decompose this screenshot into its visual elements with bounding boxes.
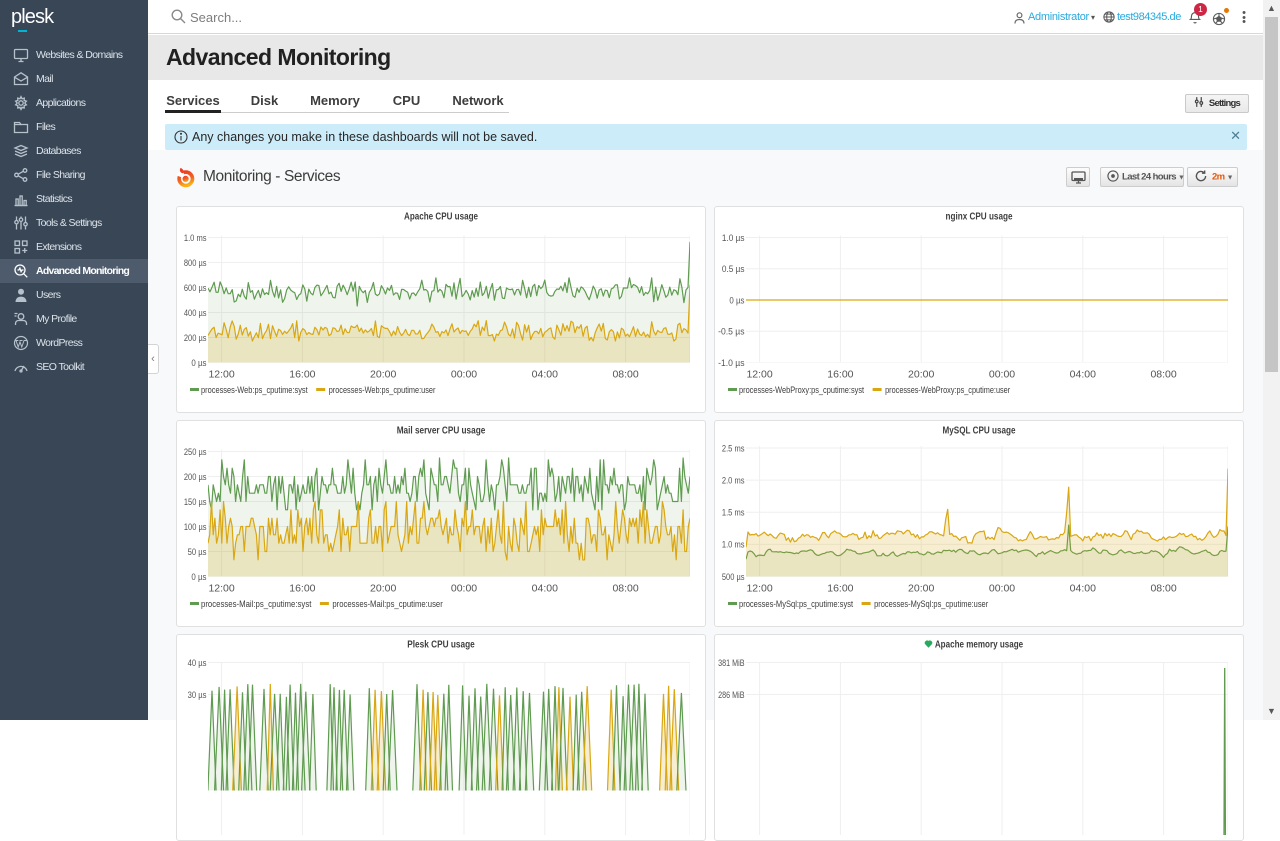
svg-text:20:00: 20:00 [370, 369, 396, 381]
svg-text:286 MiB: 286 MiB [718, 690, 744, 701]
svg-text:16:00: 16:00 [289, 369, 315, 381]
svg-text:381 MiB: 381 MiB [718, 658, 744, 669]
svg-text:processes-MySql:ps_cputime:sys: processes-MySql:ps_cputime:syst [739, 599, 853, 610]
svg-text:Mail server CPU usage: Mail server CPU usage [397, 425, 486, 436]
svg-text:Plesk CPU usage: Plesk CPU usage [407, 639, 475, 650]
svg-text:0 µs: 0 µs [191, 572, 206, 583]
svg-text:00:00: 00:00 [451, 583, 477, 595]
svg-text:40 µs: 40 µs [188, 658, 207, 669]
svg-text:200 µs: 200 µs [184, 333, 207, 344]
svg-text:20:00: 20:00 [908, 583, 934, 595]
svg-text:0 µs: 0 µs [191, 358, 206, 369]
svg-text:600 µs: 600 µs [184, 283, 207, 294]
svg-text:00:00: 00:00 [989, 583, 1015, 595]
svg-text:800 µs: 800 µs [184, 258, 207, 269]
svg-text:processes-Mail:ps_cputime:syst: processes-Mail:ps_cputime:syst [201, 599, 312, 610]
svg-text:16:00: 16:00 [289, 583, 315, 595]
svg-text:2.0 ms: 2.0 ms [722, 475, 745, 486]
svg-text:Apache memory usage: Apache memory usage [935, 639, 1024, 650]
svg-text:1.0 µs: 1.0 µs [722, 233, 745, 244]
svg-text:processes-Web:ps_cputime:syst: processes-Web:ps_cputime:syst [201, 385, 308, 396]
svg-text:Apache CPU usage: Apache CPU usage [404, 211, 478, 222]
svg-text:1.0 ms: 1.0 ms [184, 233, 207, 244]
svg-text:16:00: 16:00 [827, 369, 853, 381]
svg-text:20:00: 20:00 [908, 369, 934, 381]
svg-text:1.0 ms: 1.0 ms [722, 540, 745, 551]
svg-text:04:00: 04:00 [532, 369, 558, 381]
svg-text:nginx CPU usage: nginx CPU usage [946, 211, 1013, 222]
svg-text:08:00: 08:00 [1150, 369, 1176, 381]
svg-text:12:00: 12:00 [208, 369, 234, 381]
svg-text:04:00: 04:00 [532, 583, 558, 595]
svg-text:04:00: 04:00 [1070, 583, 1096, 595]
svg-text:1.5 ms: 1.5 ms [722, 508, 745, 519]
svg-text:16:00: 16:00 [827, 583, 853, 595]
svg-text:200 µs: 200 µs [184, 472, 207, 483]
svg-text:processes-WebProxy:ps_cputime:: processes-WebProxy:ps_cputime:syst [739, 385, 864, 396]
svg-text:250 µs: 250 µs [184, 447, 207, 458]
svg-text:-1.0 µs: -1.0 µs [718, 358, 745, 369]
svg-text:processes-WebProxy:ps_cputime:: processes-WebProxy:ps_cputime:user [885, 385, 1010, 396]
svg-text:processes-Mail:ps_cputime:user: processes-Mail:ps_cputime:user [332, 599, 442, 610]
svg-text:12:00: 12:00 [746, 583, 772, 595]
svg-text:08:00: 08:00 [612, 583, 638, 595]
svg-text:2.5 ms: 2.5 ms [722, 443, 745, 454]
svg-text:-0.5 µs: -0.5 µs [718, 327, 745, 338]
svg-text:processes-MySql:ps_cputime:use: processes-MySql:ps_cputime:user [874, 599, 988, 610]
svg-text:00:00: 00:00 [451, 369, 477, 381]
svg-text:100 µs: 100 µs [184, 522, 207, 533]
svg-text:MySQL CPU usage: MySQL CPU usage [943, 425, 1016, 436]
svg-text:08:00: 08:00 [612, 369, 638, 381]
svg-text:400 µs: 400 µs [184, 308, 207, 319]
svg-text:04:00: 04:00 [1070, 369, 1096, 381]
svg-text:processes-Web:ps_cputime:user: processes-Web:ps_cputime:user [329, 385, 436, 396]
svg-text:12:00: 12:00 [746, 369, 772, 381]
svg-text:08:00: 08:00 [1150, 583, 1176, 595]
svg-text:0 µs: 0 µs [729, 295, 744, 306]
svg-text:12:00: 12:00 [208, 583, 234, 595]
svg-text:00:00: 00:00 [989, 369, 1015, 381]
svg-text:20:00: 20:00 [370, 583, 396, 595]
svg-text:150 µs: 150 µs [184, 497, 207, 508]
svg-text:50 µs: 50 µs [188, 547, 207, 558]
svg-text:30 µs: 30 µs [188, 690, 207, 701]
svg-text:500 µs: 500 µs [722, 572, 745, 583]
svg-text:0.5 µs: 0.5 µs [722, 264, 745, 275]
